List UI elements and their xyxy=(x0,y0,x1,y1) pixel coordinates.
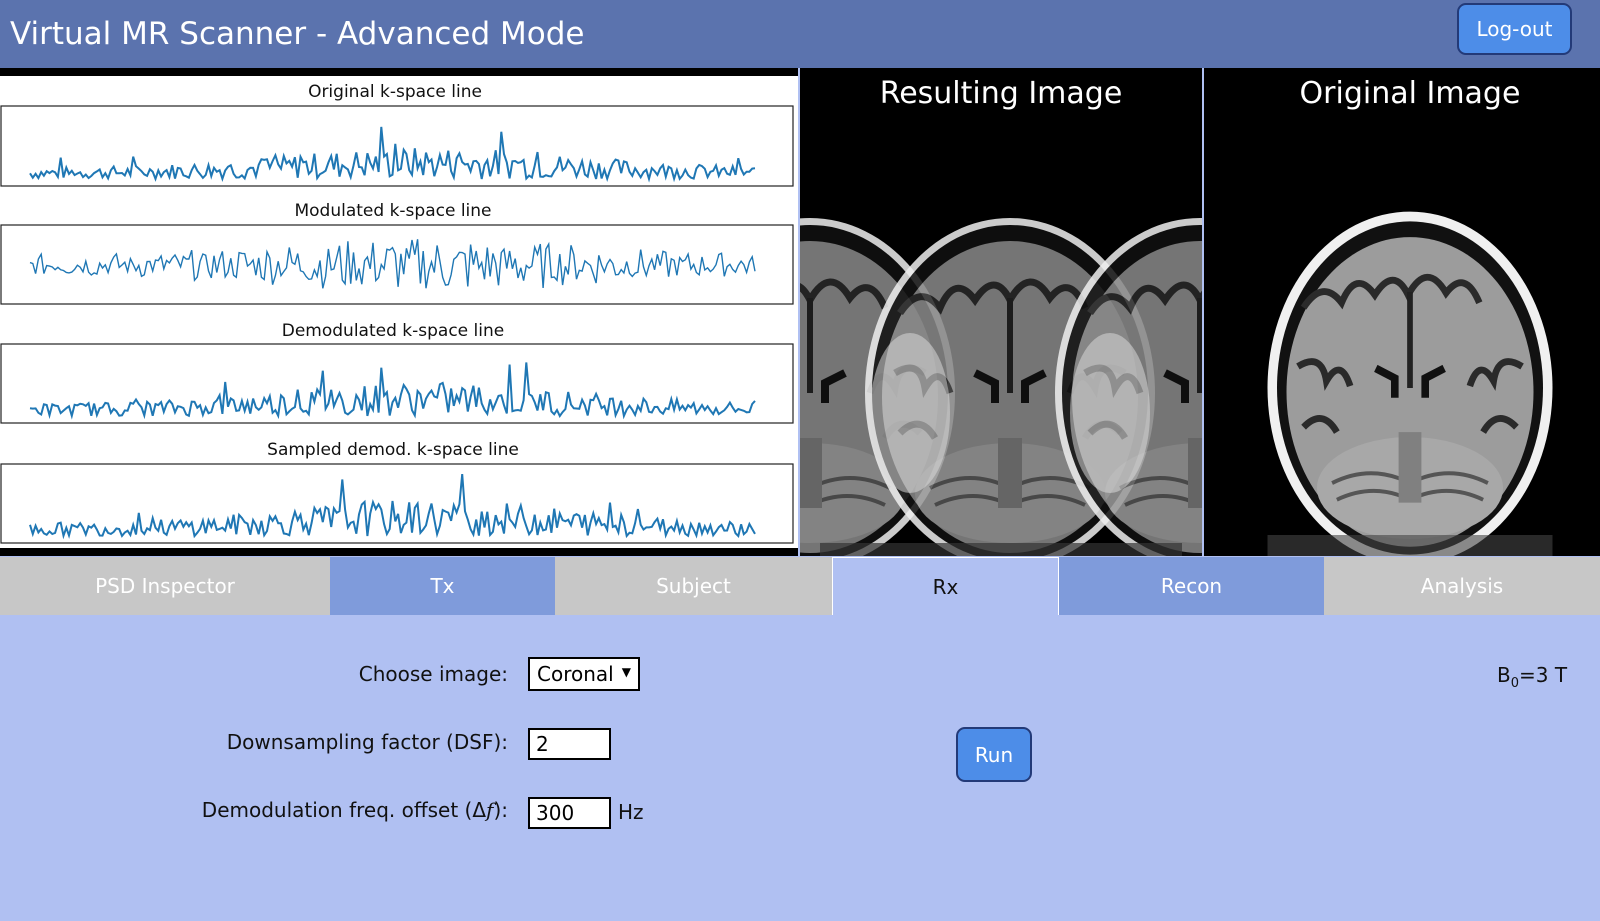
app-title: Virtual MR Scanner - Advanced Mode xyxy=(10,16,585,52)
run-button[interactable]: Run xyxy=(956,727,1032,782)
signal-demodulated xyxy=(29,362,756,420)
kspace-plots-panel: Original k-space line Modulated k-space … xyxy=(0,68,798,556)
original-image-panel: Original Image xyxy=(1204,68,1600,556)
plot-title-original: Original k-space line xyxy=(308,82,482,102)
resulting-image-title: Resulting Image xyxy=(880,76,1123,111)
tab-analysis[interactable]: Analysis xyxy=(1324,557,1600,615)
freq-unit: Hz xyxy=(618,800,644,824)
app-header: Virtual MR Scanner - Advanced Mode Log-o… xyxy=(0,0,1600,68)
freq-offset-input[interactable] xyxy=(528,797,611,829)
signal-original xyxy=(29,126,756,183)
tab-rx[interactable]: Rx xyxy=(832,557,1059,615)
tab-recon[interactable]: Recon xyxy=(1059,557,1324,615)
choose-image-label: Choose image: xyxy=(358,662,508,686)
b0-field-strength: B0=3 T xyxy=(1497,660,1567,699)
signal-sampled xyxy=(29,474,756,540)
delta-symbol: Δ xyxy=(472,798,487,822)
plot-title-demodulated: Demodulated k-space line xyxy=(282,321,504,341)
b0-subscript: 0 xyxy=(1510,676,1520,691)
resulting-mri-image: Resulting Image xyxy=(800,76,1202,556)
tab-psd-inspector[interactable]: PSD Inspector xyxy=(0,557,330,615)
freq-offset-label: Demodulation freq. offset (Δf): xyxy=(202,795,508,825)
b0-suffix: =3 T xyxy=(1519,663,1568,687)
kspace-plots: Original k-space line Modulated k-space … xyxy=(0,82,794,544)
freq-offset-label-suffix: ): xyxy=(493,798,508,822)
tab-subject[interactable]: Subject xyxy=(555,557,832,615)
dropdown-arrow-icon: ▼ xyxy=(621,665,631,679)
freq-offset-label-prefix: Demodulation freq. offset ( xyxy=(201,798,473,822)
logout-button[interactable]: Log-out xyxy=(1457,3,1572,55)
plot-title-modulated: Modulated k-space line xyxy=(294,201,491,221)
choose-image-value: Coronal xyxy=(537,662,614,686)
original-image-title: Original Image xyxy=(1300,76,1521,111)
b0-prefix: B xyxy=(1497,663,1511,687)
dsf-label: Downsampling factor (DSF): xyxy=(226,730,508,754)
tab-tx[interactable]: Tx xyxy=(330,557,555,615)
original-mri-image: Original Image xyxy=(1267,76,1553,556)
resulting-image-panel: Resulting Image xyxy=(800,68,1202,556)
dsf-input[interactable] xyxy=(528,728,611,760)
tab-bar: PSD Inspector Tx Subject Rx Recon Analys… xyxy=(0,557,1600,615)
plot-title-sampled: Sampled demod. k-space line xyxy=(267,440,519,460)
signal-modulated xyxy=(29,239,756,289)
choose-image-select[interactable]: Coronal ▼ xyxy=(528,657,640,691)
